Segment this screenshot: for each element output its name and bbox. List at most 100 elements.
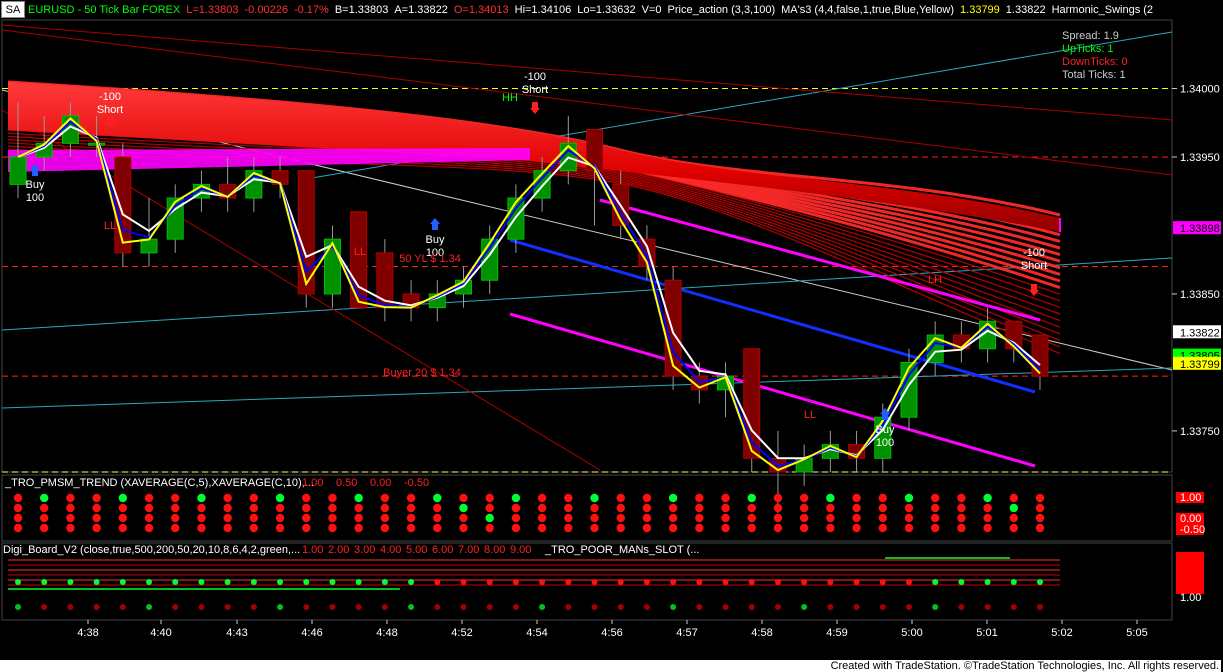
trend-dot xyxy=(747,523,756,533)
indicator1-value: -0.50 xyxy=(404,477,429,489)
annotation-short3: Short xyxy=(1021,260,1047,272)
trend-dot xyxy=(223,513,232,523)
trend-dot xyxy=(171,493,180,503)
digi-dot xyxy=(853,604,860,610)
trend-dot xyxy=(13,503,23,513)
digi-dot xyxy=(93,579,100,585)
trend-dot xyxy=(66,503,75,513)
annotation-short2: Short xyxy=(522,84,548,96)
x-tick-label: 4:43 xyxy=(226,627,247,639)
digi-dot xyxy=(722,579,729,585)
trend-dot xyxy=(406,523,416,533)
annotation-short1: -100 xyxy=(99,91,121,103)
indicator2-value: 5.00 xyxy=(406,544,427,556)
trend-dot xyxy=(249,493,259,503)
digi-dot xyxy=(958,604,965,610)
trend-dot xyxy=(721,523,730,533)
annotation-buy3: Buy xyxy=(876,424,895,436)
trend-dot xyxy=(223,523,232,533)
digi-dot xyxy=(617,579,624,585)
candle-body xyxy=(1031,334,1049,377)
trend-dot xyxy=(223,493,232,503)
digi-dot xyxy=(198,604,205,610)
x-tick-label: 4:58 xyxy=(751,627,772,639)
digi-dot xyxy=(303,604,310,610)
x-tick-label: 5:05 xyxy=(1126,627,1147,639)
digi-dot xyxy=(1010,579,1017,585)
trend-dot xyxy=(171,523,180,533)
digi-dot xyxy=(512,579,519,585)
annotation-buy1: 100 xyxy=(26,192,44,204)
digi-dot xyxy=(932,579,939,585)
trend-dot xyxy=(878,493,887,503)
digi-dot xyxy=(827,604,834,610)
trend-dot xyxy=(459,523,468,533)
annotation-short2: -100 xyxy=(524,71,546,83)
indicator1-label: _TRO_PMSM_TREND (XAVERAGE(C,5),XAVERAGE(… xyxy=(4,477,314,489)
trend-dot xyxy=(721,513,730,523)
digi-dot xyxy=(958,579,965,585)
indicator1-value: 1.00 xyxy=(302,477,323,489)
symbol-badge[interactable]: SA xyxy=(1,1,25,18)
digi-dot xyxy=(539,579,546,585)
digi-dot xyxy=(329,579,336,585)
annotation-buy3: 100 xyxy=(876,437,894,449)
indicator2-value: 9.00 xyxy=(510,544,531,556)
digi-dot xyxy=(250,604,257,610)
trend-dot xyxy=(668,503,678,513)
trend-dot xyxy=(616,513,625,523)
trend-dot xyxy=(40,493,49,503)
digi-dot xyxy=(355,579,362,585)
trend-dot xyxy=(406,513,416,523)
indicator1-value: 0.00 xyxy=(370,477,391,489)
trend-dot xyxy=(144,503,154,513)
digi-dot xyxy=(984,579,991,585)
digi-dot xyxy=(1010,604,1017,610)
trend-dot xyxy=(1035,513,1045,523)
trend-dot xyxy=(118,523,128,533)
title-part: L=1.33803 xyxy=(186,4,239,16)
trend-dot xyxy=(537,493,547,503)
trend-dot xyxy=(1009,493,1018,503)
trend-dot xyxy=(433,493,442,503)
indicator2-label: Digi_Board_V2 (close,true,500,200,50,20,… xyxy=(3,544,300,556)
stats-line: DownTicks: 0 xyxy=(1062,56,1128,68)
trend-dot xyxy=(249,513,259,523)
digi-dot xyxy=(67,579,74,585)
x-tick-label: 4:46 xyxy=(301,627,322,639)
trend-dot xyxy=(1009,503,1018,513)
x-tick-label: 4:59 xyxy=(826,627,847,639)
annotation-short1: Short xyxy=(97,104,123,116)
trend-dot xyxy=(668,493,678,503)
title-part: 1.33799 xyxy=(960,4,1000,16)
trend-dot xyxy=(904,513,914,523)
indicator2-value: 8.00 xyxy=(484,544,505,556)
price-chart[interactable]: -100Short-100Short-100ShortBuy100Buy100B… xyxy=(0,0,1223,672)
trend-dot xyxy=(197,513,206,523)
trend-dot xyxy=(537,513,547,523)
trend-dot xyxy=(354,493,363,503)
trend-dot xyxy=(616,493,625,503)
trend-dot xyxy=(773,503,783,513)
trend-dot xyxy=(904,493,914,503)
stats-line: Total Ticks: 1 xyxy=(1062,69,1126,81)
trend-dot xyxy=(92,513,101,523)
title-part: 1.33822 xyxy=(1005,4,1046,16)
y-tick-label: 1.33950 xyxy=(1180,152,1220,164)
trend-dot xyxy=(721,503,730,513)
digi-dot xyxy=(1037,579,1043,585)
candle-body xyxy=(114,156,132,254)
trend-dot xyxy=(826,523,835,533)
trend-dot xyxy=(930,523,940,533)
trend-dot xyxy=(354,503,363,513)
title-part: MA's3 (4,4,false,1,true,Blue,Yellow) xyxy=(781,4,955,16)
price-marker-label: 1.33822 xyxy=(1180,327,1220,339)
trend-dot xyxy=(40,523,49,533)
trend-dot xyxy=(904,503,914,513)
trend-dot xyxy=(852,523,861,533)
trend-dot xyxy=(878,523,887,533)
annotation-level50: 50 YL $ 1.34 xyxy=(399,253,461,265)
trend-dot xyxy=(13,513,23,523)
trend-dot xyxy=(433,513,442,523)
trend-dot xyxy=(485,513,494,523)
